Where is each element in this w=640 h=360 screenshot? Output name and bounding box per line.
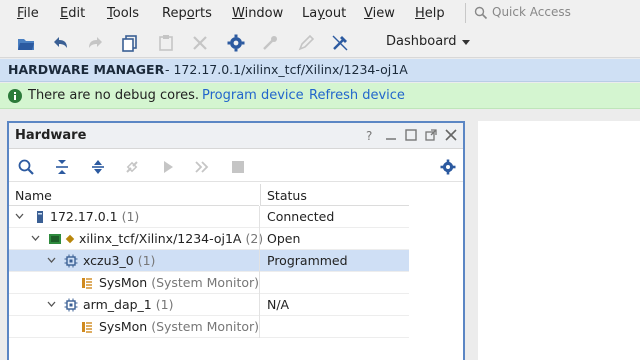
sysmon-icon (82, 322, 92, 333)
jtag-chain-icon (65, 234, 75, 244)
tree-row-count: (1) (121, 209, 140, 224)
tree-row-count: (System Monitor) (151, 319, 260, 334)
redo-icon[interactable] (86, 33, 106, 53)
debug-cores-banner: There are no debug cores. Program device… (0, 83, 640, 109)
tree-row-label: xczu3_0 (83, 253, 134, 268)
quick-access-search[interactable]: Quick Access (465, 3, 638, 23)
close-icon[interactable] (444, 128, 458, 142)
tree-row-label: xilinx_tcf/Xilinx/1234-oj1A (79, 231, 242, 246)
maximize-icon[interactable] (404, 128, 418, 142)
tree-row-label: SysMon (99, 319, 148, 334)
minimize-icon[interactable] (384, 128, 398, 142)
tree-row-count: (1) (155, 297, 174, 312)
settings-gear-icon[interactable] (226, 33, 246, 53)
paste-icon[interactable] (156, 33, 176, 53)
open-project-icon[interactable] (16, 33, 36, 53)
chevron-down-icon[interactable] (47, 301, 56, 308)
menu-tools[interactable]: Tools (107, 6, 139, 21)
tree-row-target[interactable]: xilinx_tcf/Xilinx/1234-oj1A (2) Open (9, 228, 409, 250)
hardware-manager-title: HARDWARE MANAGER (8, 62, 165, 77)
tree-row-device-arm-dap[interactable]: arm_dap_1 (1) N/A (9, 294, 409, 316)
main-toolbar: Dashboard (0, 28, 640, 58)
hardware-panel-titlebar: Hardware ? (9, 123, 463, 149)
chevron-down-icon[interactable] (31, 235, 40, 242)
hardware-panel-toolbar (9, 150, 463, 182)
chevron-down-icon[interactable] (462, 40, 470, 45)
tree-row-status: Connected (267, 209, 335, 224)
column-header-name[interactable]: Name (9, 184, 259, 206)
undo-icon[interactable] (50, 33, 70, 53)
tree-row-count: (System Monitor) (151, 275, 260, 290)
hardware-manager-path: - 172.17.0.1/xilinx_tcf/Xilinx/1234-oj1A (165, 62, 408, 77)
column-header-status[interactable]: Status (260, 184, 409, 206)
tree-row-count: (2) (245, 231, 264, 246)
marker-pen-icon[interactable] (296, 33, 316, 53)
program-device-link[interactable]: Program device (202, 88, 304, 103)
chevron-down-icon[interactable] (47, 257, 56, 264)
collapse-all-icon[interactable] (53, 158, 71, 176)
menu-view[interactable]: View (364, 6, 395, 21)
quick-access-placeholder: Quick Access (492, 5, 571, 19)
menu-layout[interactable]: Layout (302, 6, 346, 21)
tree-row-status: Open (267, 231, 301, 246)
properties-pane (478, 121, 640, 360)
settings-gear-icon[interactable] (439, 158, 457, 176)
tree-row-host[interactable]: 172.17.0.1 (1) Connected (9, 206, 409, 228)
run-trigger-icon[interactable] (159, 158, 177, 176)
delete-icon[interactable] (190, 33, 210, 53)
tree-row-device-xczu3[interactable]: xczu3_0 (1) Programmed (9, 250, 409, 272)
tree-row-sysmon[interactable]: SysMon (System Monitor) (9, 272, 409, 294)
menu-file[interactable]: File (17, 6, 39, 21)
fpga-chip-icon (64, 254, 78, 268)
banner-message: There are no debug cores. (28, 88, 200, 103)
search-icon[interactable] (17, 158, 35, 176)
menu-window[interactable]: Window (232, 6, 283, 21)
auto-connect-icon[interactable] (123, 158, 141, 176)
help-icon[interactable]: ? (363, 128, 377, 142)
stop-trigger-icon[interactable] (229, 158, 247, 176)
target-board-icon (49, 234, 61, 244)
server-icon (37, 211, 43, 223)
fpga-chip-icon (64, 298, 78, 312)
chevron-down-icon[interactable] (15, 213, 24, 220)
debug-probe-icon[interactable] (260, 33, 280, 53)
sysmon-icon (82, 278, 92, 289)
info-icon (8, 89, 22, 103)
tree-row-label: arm_dap_1 (83, 297, 152, 312)
run-trigger-immediate-icon[interactable] (193, 158, 211, 176)
menu-reports[interactable]: Reports (162, 6, 212, 21)
search-icon (474, 6, 488, 20)
tree-row-count: (1) (137, 253, 156, 268)
tree-row-status: Programmed (267, 253, 348, 268)
hardware-panel-title: Hardware (15, 128, 87, 143)
expand-all-icon[interactable] (89, 158, 107, 176)
dashboard-dropdown[interactable]: Dashboard (386, 34, 457, 49)
menubar: File Edit Tools Reports Window Layout Vi… (0, 0, 640, 28)
menu-help[interactable]: Help (415, 6, 445, 21)
cancel-tool-icon[interactable] (330, 33, 350, 53)
tree-row-label: 172.17.0.1 (50, 209, 118, 224)
svg-text:?: ? (366, 129, 372, 142)
copy-icon[interactable] (120, 33, 140, 53)
tree-row-sysmon[interactable]: SysMon (System Monitor) (9, 316, 409, 338)
hardware-manager-header: HARDWARE MANAGER - 172.17.0.1/xilinx_tcf… (0, 59, 640, 82)
tree-row-label: SysMon (99, 275, 148, 290)
tree-row-status: N/A (267, 297, 290, 312)
refresh-device-link[interactable]: Refresh device (309, 88, 405, 103)
menu-edit[interactable]: Edit (60, 6, 85, 21)
hardware-panel: Hardware ? Name Status 172.17.0.1 (1) Co… (7, 121, 465, 360)
float-window-icon[interactable] (424, 128, 438, 142)
